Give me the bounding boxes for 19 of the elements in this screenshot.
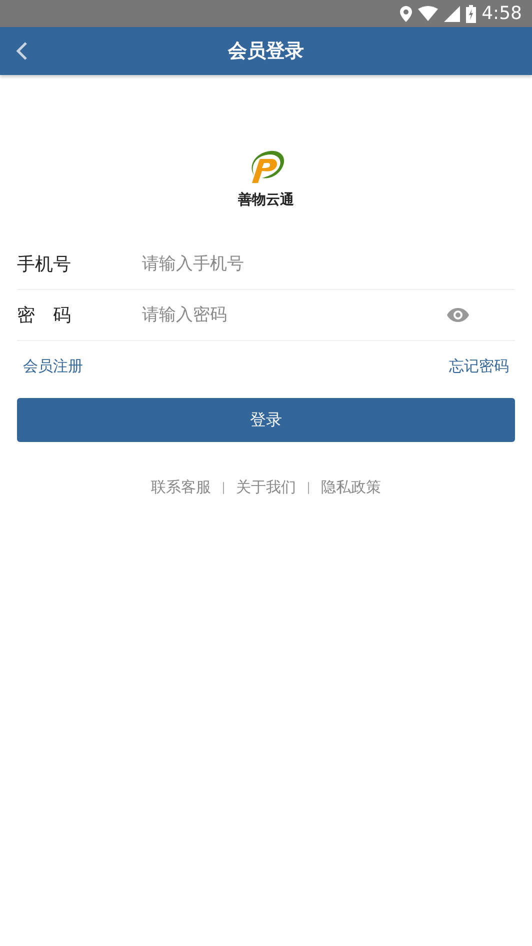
footer-link[interactable]: 联系客服 — [151, 478, 211, 497]
input-field[interactable]: 请输入手机号 — [142, 249, 515, 279]
signal-icon — [444, 6, 460, 22]
eye-icon[interactable] — [447, 308, 469, 322]
field-label: 密 码 — [17, 304, 72, 327]
wifi-icon — [418, 6, 438, 21]
register-link[interactable]: 会员注册 — [23, 357, 83, 376]
logo-text: 善物云通 — [238, 191, 294, 209]
login-button[interactable]: 登录 — [17, 398, 515, 442]
footer-link[interactable]: 关于我们 — [236, 478, 296, 497]
footer-link[interactable]: 隐私政策 — [321, 478, 381, 497]
status-time: 4:58 — [482, 3, 522, 24]
battery-charging-icon — [466, 4, 476, 22]
input-field[interactable]: 请输入密码 — [142, 300, 447, 330]
header-title: 会员登录 — [228, 39, 304, 64]
field-label: 手机号 — [17, 253, 72, 276]
location-icon — [400, 6, 412, 22]
forgot-password-link[interactable]: 忘记密码 — [449, 357, 509, 376]
back-icon[interactable] — [16, 41, 28, 61]
